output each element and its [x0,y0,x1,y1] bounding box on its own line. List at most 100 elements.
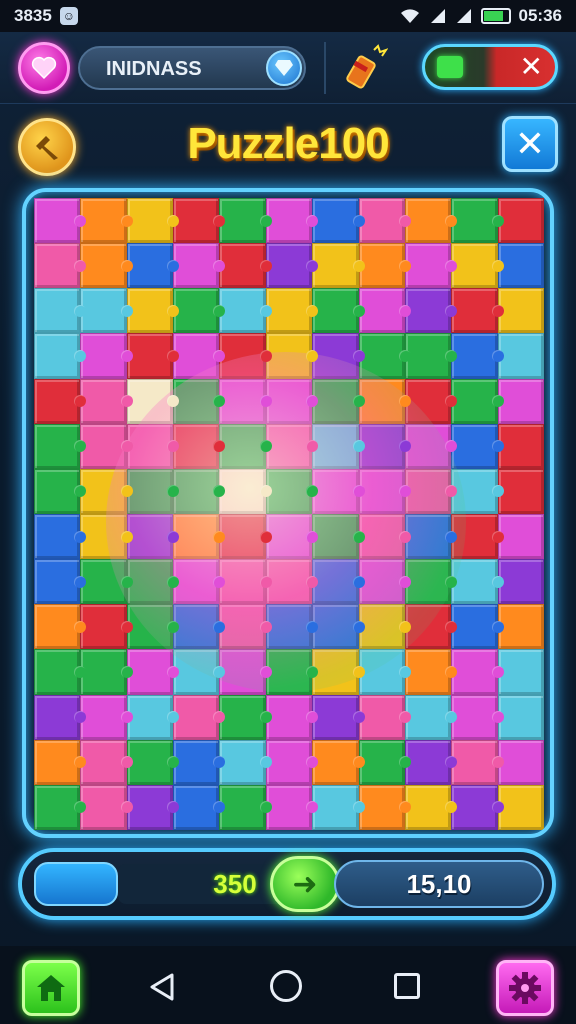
puzzle-piece[interactable] [80,198,134,244]
puzzle-piece[interactable] [497,739,544,785]
puzzle-piece[interactable] [126,333,180,379]
puzzle-piece[interactable] [126,468,180,514]
puzzle-piece[interactable] [312,198,365,244]
circle-home-icon[interactable] [270,970,302,1002]
puzzle-piece[interactable] [219,378,273,424]
puzzle-piece[interactable] [497,604,544,650]
puzzle-piece[interactable] [80,378,134,424]
puzzle-piece[interactable] [497,513,544,560]
puzzle-piece[interactable] [358,333,412,379]
puzzle-piece[interactable] [404,559,458,605]
puzzle-grid[interactable] [34,198,544,830]
puzzle-piece[interactable] [173,243,226,289]
puzzle-piece[interactable] [404,604,458,650]
puzzle-piece[interactable] [404,333,458,379]
puzzle-piece[interactable] [404,243,458,289]
puzzle-piece[interactable] [497,559,544,605]
puzzle-piece[interactable] [265,649,319,695]
battery-toggle[interactable]: ✕ [422,44,558,90]
puzzle-piece[interactable] [312,513,365,560]
puzzle-piece[interactable] [80,784,134,830]
puzzle-piece[interactable] [173,739,226,785]
puzzle-piece[interactable] [358,423,412,469]
puzzle-piece[interactable] [312,559,365,605]
puzzle-piece[interactable] [265,784,319,830]
puzzle-piece[interactable] [34,739,87,785]
puzzle-piece[interactable] [358,784,412,830]
puzzle-piece[interactable] [451,694,505,740]
puzzle-piece[interactable] [173,559,226,605]
puzzle-piece[interactable] [404,378,458,424]
puzzle-piece[interactable] [312,694,365,740]
puzzle-piece[interactable] [126,243,180,289]
puzzle-piece[interactable] [80,604,134,650]
puzzle-piece[interactable] [173,604,226,650]
puzzle-piece[interactable] [34,513,87,560]
puzzle-piece[interactable] [312,649,365,695]
puzzle-piece[interactable] [219,739,273,785]
puzzle-piece[interactable] [358,559,412,605]
puzzle-piece[interactable] [173,468,226,514]
puzzle-piece[interactable] [80,468,134,514]
puzzle-piece[interactable] [451,333,505,379]
firework-icon[interactable] [344,44,388,92]
puzzle-piece[interactable] [451,378,505,424]
puzzle-piece[interactable] [126,378,180,424]
puzzle-piece[interactable] [34,604,87,650]
puzzle-piece[interactable] [451,423,505,469]
puzzle-piece[interactable] [219,333,273,379]
puzzle-piece[interactable] [358,513,412,560]
puzzle-piece[interactable] [80,739,134,785]
puzzle-piece[interactable] [312,378,365,424]
puzzle-piece[interactable] [80,559,134,605]
heart-button[interactable] [18,42,70,94]
puzzle-piece[interactable] [404,468,458,514]
puzzle-piece[interactable] [265,198,319,244]
puzzle-piece[interactable] [34,333,87,379]
close-button[interactable]: ✕ [502,116,558,172]
puzzle-piece[interactable] [219,513,273,560]
puzzle-piece[interactable] [173,784,226,830]
puzzle-piece[interactable] [265,288,319,334]
puzzle-piece[interactable] [173,378,226,424]
puzzle-piece[interactable] [219,604,273,650]
puzzle-piece[interactable] [80,243,134,289]
go-button[interactable]: ➜ [270,856,340,912]
puzzle-piece[interactable] [312,423,365,469]
puzzle-piece[interactable] [219,468,273,514]
puzzle-piece[interactable] [497,784,544,830]
puzzle-piece[interactable] [173,694,226,740]
puzzle-piece[interactable] [34,649,87,695]
settings-button[interactable] [496,960,554,1016]
puzzle-piece[interactable] [34,694,87,740]
puzzle-piece[interactable] [219,784,273,830]
home-button[interactable] [22,960,80,1016]
puzzle-piece[interactable] [34,288,87,334]
puzzle-piece[interactable] [497,423,544,469]
puzzle-piece[interactable] [312,288,365,334]
puzzle-piece[interactable] [358,694,412,740]
puzzle-piece[interactable] [451,604,505,650]
puzzle-piece[interactable] [358,468,412,514]
puzzle-piece[interactable] [451,784,505,830]
puzzle-piece[interactable] [404,784,458,830]
puzzle-piece[interactable] [265,243,319,289]
puzzle-piece[interactable] [497,468,544,514]
puzzle-piece[interactable] [34,559,87,605]
puzzle-piece[interactable] [451,198,505,244]
puzzle-piece[interactable] [80,694,134,740]
puzzle-piece[interactable] [497,288,544,334]
puzzle-piece[interactable] [173,288,226,334]
puzzle-piece[interactable] [126,559,180,605]
puzzle-piece[interactable] [126,423,180,469]
player-name-pill[interactable]: INIDNASS [78,46,306,90]
puzzle-piece[interactable] [265,604,319,650]
puzzle-board[interactable] [22,188,554,838]
square-recent-icon[interactable] [394,973,420,999]
puzzle-piece[interactable] [451,243,505,289]
triangle-back-icon[interactable] [148,972,176,1002]
puzzle-piece[interactable] [265,694,319,740]
puzzle-piece[interactable] [404,649,458,695]
puzzle-piece[interactable] [497,694,544,740]
puzzle-piece[interactable] [358,604,412,650]
